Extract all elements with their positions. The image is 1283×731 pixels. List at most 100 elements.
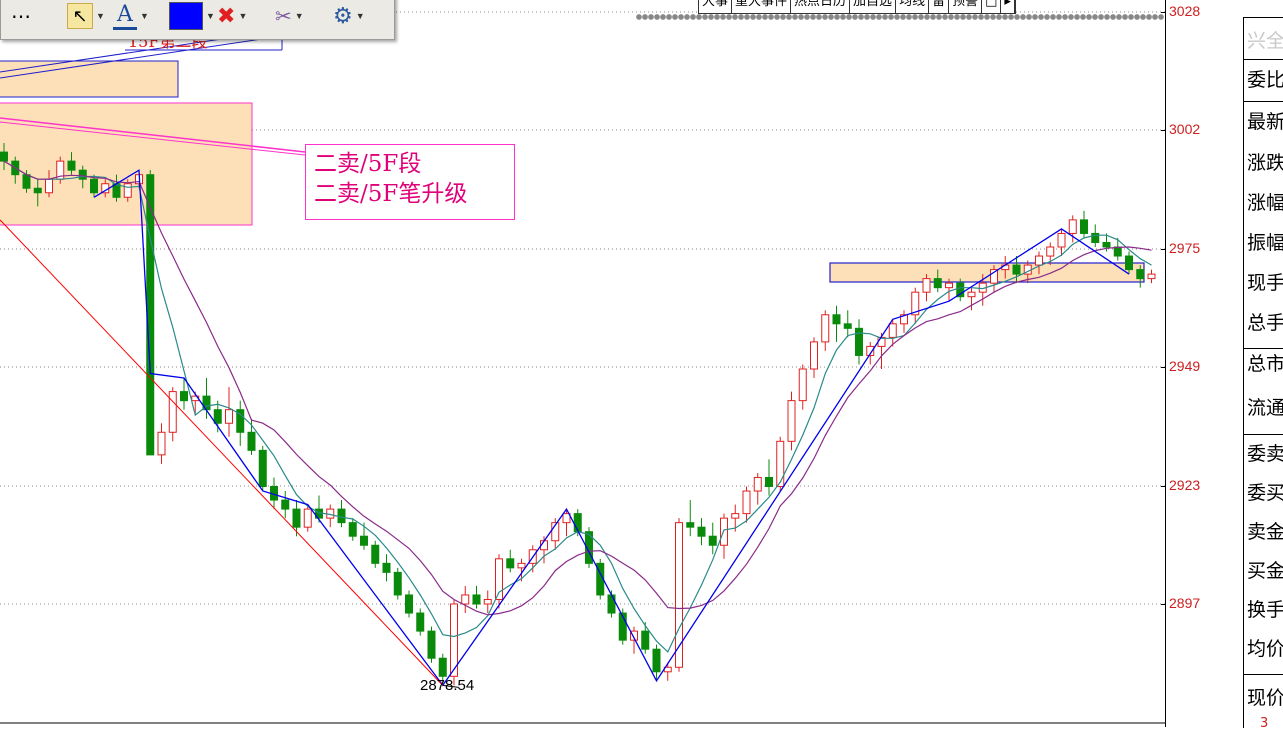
candle-down (652, 648, 661, 673)
info-row-label: 流通 (1247, 397, 1283, 419)
candle-down (382, 562, 391, 573)
price-axis-label: 3028 (1169, 3, 1201, 19)
candle-down (1113, 246, 1122, 257)
candle-up (461, 594, 470, 605)
candle-down (1080, 219, 1088, 234)
more-tool-button[interactable]: ⋯ (11, 3, 31, 29)
more-icon: ⋯ (11, 5, 31, 28)
info-row-label: 现价 (1247, 687, 1283, 709)
candle-down (281, 499, 290, 510)
ma-slow-line (3, 160, 1152, 616)
info-bottom-value: 3 (1260, 716, 1269, 731)
candle-down (247, 431, 256, 451)
price-axis-tick (1161, 367, 1166, 368)
candle-down (371, 544, 380, 564)
candle-down (933, 278, 942, 289)
candle-up (168, 391, 177, 433)
info-row-label: 委买 (1247, 482, 1283, 504)
info-separator (1244, 434, 1283, 435)
candle-up (787, 400, 796, 442)
downtrend-line (0, 219, 444, 686)
candle-down (405, 594, 413, 614)
price-axis-label: 2975 (1169, 240, 1201, 256)
info-row-label: 涨幅 (1247, 192, 1283, 214)
info-row-label: 现手 (1247, 272, 1283, 294)
candle-down (67, 160, 76, 171)
quote-info-panel: 兴全 委比 最新 涨跌 涨幅 振幅 现手 总手 总市 流通 委卖 委买 卖金 买金 换手 均价 现价 3 (1243, 17, 1283, 731)
candle-down (213, 409, 222, 424)
cursor-tool-button[interactable]: ↖ ▼ (67, 3, 105, 29)
text-tool-icon: A (113, 2, 137, 30)
candle-down (427, 630, 436, 659)
info-row-label: 卖金 (1247, 521, 1283, 543)
candle-down (33, 187, 42, 194)
text-tool-tool-button[interactable]: A ▼ (113, 2, 149, 30)
cursor-icon: ↖ (67, 3, 93, 29)
candle-down (146, 174, 155, 456)
color-swatch-tool-button[interactable]: ▼ (169, 2, 215, 30)
candle-up (303, 508, 312, 528)
candle-down (1012, 264, 1021, 275)
candle-down (438, 657, 447, 677)
info-row-label: 换手 (1247, 599, 1283, 621)
candle-down (843, 323, 852, 329)
drawing-toolbar: ⋯ ↖ ▼ A ▼ ▼ ✖ ▼ ✂ ▼ ⚙ ▼ (0, 0, 395, 40)
candle-up (517, 562, 526, 569)
settings-tool-button[interactable]: ⚙ ▼ (333, 3, 365, 29)
color-swatch-icon (169, 2, 203, 30)
candle-down (832, 314, 841, 325)
zone-box-top (0, 60, 179, 98)
candle-up (922, 278, 931, 293)
chevron-down-icon: ▼ (294, 11, 304, 21)
candle-down (90, 178, 98, 194)
delete-tool-button[interactable]: ✖ ▼ (217, 3, 247, 29)
candle-up (157, 431, 166, 456)
low-price-label: 2878.54 (420, 677, 474, 694)
zone-box-left (0, 102, 253, 226)
price-axis-label: 2897 (1169, 595, 1201, 611)
candle-up (945, 282, 953, 289)
candle-up (810, 341, 818, 370)
candle-up (967, 291, 976, 298)
chevron-down-icon: ▼ (355, 11, 365, 21)
annotation-line-1: 二卖/5F段 (314, 151, 422, 177)
price-axis-tick (1161, 130, 1166, 131)
candle-down (416, 612, 425, 632)
candle-down (765, 476, 773, 488)
kline-chart[interactable]: 15F第二段 大事 重大事件 热点日历 加自选 均线留预警 □ ▸ ⋯ ↖ ▼ A ▼ ▼ ✖ ▼ ✂ ▼ ⚙ ▼… (0, 0, 1165, 727)
info-separator (1244, 674, 1283, 675)
kline-svg[interactable]: 15F第二段 (0, 0, 1165, 727)
candle-down (180, 391, 188, 402)
chevron-down-icon: ▼ (96, 11, 105, 21)
price-axis-tick (1161, 486, 1166, 487)
settings-icon: ⚙ (333, 3, 353, 28)
info-row-label: 均价 (1247, 638, 1283, 660)
info-row-label: 振幅 (1247, 232, 1283, 254)
candle-up (720, 517, 728, 546)
price-axis-tick (1161, 249, 1166, 250)
candle-up (225, 409, 233, 424)
price-axis-label: 2949 (1169, 358, 1201, 374)
zone-box-right (829, 262, 1145, 283)
annotation-box[interactable]: 二卖/5F段 二卖/5F笔升级 (305, 144, 515, 220)
candle-down (1136, 269, 1145, 280)
annotation-line-2: 二卖/5F笔升级 (314, 181, 468, 207)
candle-up (45, 178, 53, 194)
candle-up (1068, 219, 1077, 234)
low-price-value: 2878.54 (420, 677, 475, 694)
clear-drawings-tool-button[interactable]: ✂ ▼ (275, 3, 304, 29)
candle-down (697, 526, 706, 537)
candle-up (753, 476, 762, 492)
info-separator (1244, 101, 1283, 102)
candle-down (472, 594, 481, 605)
stock-name: 兴全 (1247, 30, 1283, 52)
candle-down (1125, 255, 1133, 271)
price-axis-label: 3002 (1169, 121, 1201, 137)
candle-down (573, 513, 582, 533)
candle-down (360, 535, 368, 546)
chevron-down-icon: ▼ (206, 11, 215, 21)
price-axis: 3028 3002 2975 2949 2923 2897 (1161, 0, 1239, 727)
candle-up (821, 314, 830, 343)
info-row-label: 最新 (1247, 111, 1283, 133)
candle-down (258, 449, 267, 488)
